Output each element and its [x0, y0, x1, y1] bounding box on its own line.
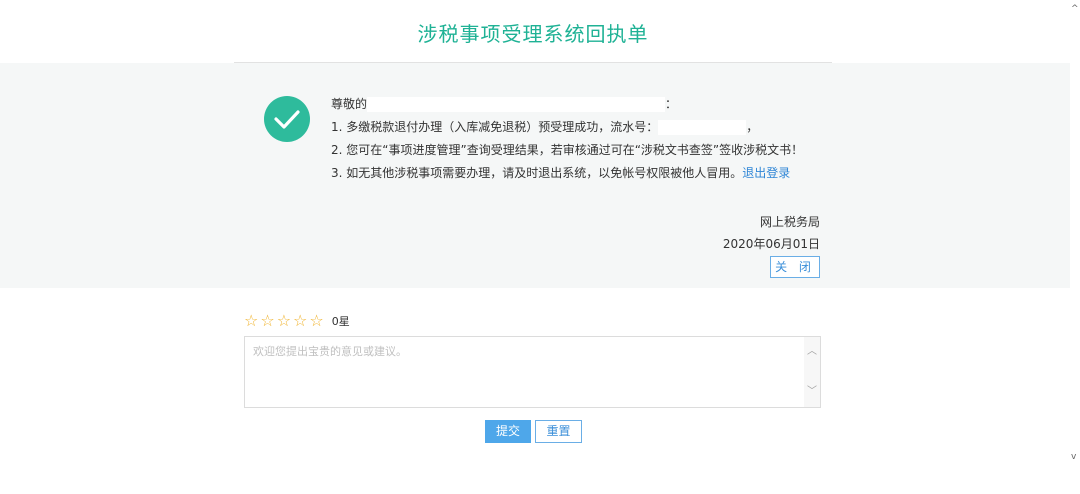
- feedback-textarea[interactable]: [245, 337, 805, 407]
- scroll-up-icon[interactable]: ︿: [807, 347, 817, 357]
- reset-button[interactable]: 重置: [535, 420, 582, 443]
- feedback-scrollbar[interactable]: ︿ ﹀: [804, 337, 820, 407]
- star-icon-2[interactable]: ☆: [260, 313, 274, 329]
- greeting-line: 尊敬的 ：: [331, 93, 803, 116]
- receipt-line-2: 2. 您可在“事项进度管理”查询受理结果，若审核通过可在“涉税文书查签”签收涉税…: [331, 143, 804, 157]
- receipt-line-3: 3. 如无其他涉税事项需要办理，请及时退出系统，以免帐号权限被他人冒用。退出登录: [331, 162, 803, 185]
- greeting-text: 尊敬的: [331, 97, 368, 111]
- scroll-down-icon[interactable]: ﹀: [807, 387, 817, 397]
- line3-text: 3. 如无其他涉税事项需要办理，请及时退出系统，以免帐号权限被他人冒用。: [331, 166, 743, 180]
- page-scroll-up-icon[interactable]: ^: [1071, 4, 1079, 14]
- star-icon-5[interactable]: ☆: [309, 313, 323, 329]
- greeting-colon: ：: [665, 97, 678, 111]
- success-check-icon: [264, 96, 310, 142]
- page-scroll-down-icon[interactable]: v: [1071, 452, 1076, 462]
- logout-link[interactable]: 退出登录: [742, 166, 790, 180]
- page-title: 涉税事项受理系统回执单: [417, 22, 649, 46]
- receipt-line-1: 1. 多缴税款退付办理（入库减免退税）预受理成功，流水号： ，: [331, 116, 803, 139]
- redacted-serial-number: [658, 120, 747, 135]
- page-scrollbar[interactable]: ^ v: [1070, 0, 1080, 494]
- close-button[interactable]: 关 闭: [770, 256, 820, 278]
- line1-text: 1. 多缴税款退付办理（入库减免退税）预受理成功，流水号：: [331, 120, 659, 134]
- feedback-box: ︿ ﹀: [244, 336, 821, 408]
- line1-suffix: ，: [746, 120, 759, 134]
- receipt-message: 尊敬的 ： 1. 多缴税款退付办理（入库减免退税）预受理成功，流水号： ， 2. 您…: [331, 93, 803, 185]
- rating-label: 0星: [331, 315, 350, 328]
- receipt-date: 2020年06月01日: [722, 237, 820, 251]
- issuer-label: 网上税务局: [759, 215, 820, 229]
- star-icon-3[interactable]: ☆: [277, 313, 291, 329]
- receipt-page: 涉税事项受理系统回执单 尊敬的 ： 1. 多缴税款退付办理（入库减免退税）预受理成…: [0, 0, 1080, 494]
- star-icon-4[interactable]: ☆: [293, 313, 307, 329]
- star-icon-1[interactable]: ☆: [244, 313, 258, 329]
- star-rating: ☆ ☆ ☆ ☆ ☆ 0星: [244, 313, 350, 329]
- receipt-panel: 尊敬的 ： 1. 多缴税款退付办理（入库减免退税）预受理成功，流水号： ， 2. 您…: [0, 63, 1070, 288]
- redacted-name: [367, 97, 666, 112]
- submit-button[interactable]: 提交: [485, 420, 531, 443]
